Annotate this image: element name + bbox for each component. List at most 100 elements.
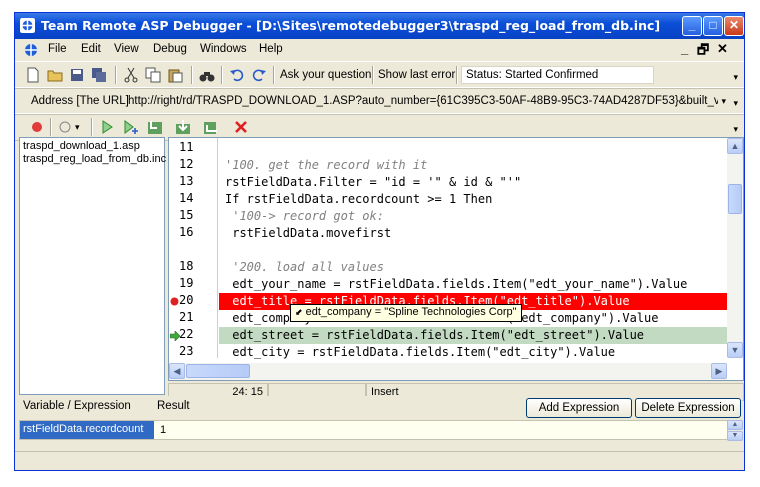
code-line-current[interactable]: edt_street = rstFieldData.fields.Item("e… — [219, 327, 729, 344]
toolbar-overflow-chevron-icon[interactable]: ▾ — [733, 72, 738, 83]
toolbar-separator — [115, 66, 117, 84]
code-line[interactable]: rstFieldData.movefirst — [219, 225, 729, 242]
line-number: 21 — [179, 310, 194, 324]
menu-help[interactable]: Help — [259, 43, 283, 55]
close-button[interactable]: ✕ — [724, 16, 744, 36]
address-input[interactable]: http://right/rd/TRASPD_DOWNLOAD_1.ASP?au… — [128, 95, 718, 107]
clear-breakpoint-icon[interactable] — [57, 119, 73, 135]
save-all-icon[interactable] — [91, 67, 107, 83]
breakpoint-dropdown-icon[interactable]: ▾ — [75, 122, 80, 133]
menu-edit[interactable]: Edit — [81, 43, 101, 55]
redo-icon[interactable] — [251, 67, 267, 83]
mdi-close-button[interactable]: ✕ — [717, 41, 728, 57]
save-icon[interactable] — [69, 67, 85, 83]
delete-expression-button[interactable]: Delete Expression — [635, 398, 741, 418]
step-out-icon[interactable] — [203, 119, 219, 135]
code-line-comment[interactable]: '100. get the record with it — [219, 157, 729, 174]
line-number: 16 — [179, 225, 194, 239]
line-number: 20 — [179, 293, 194, 307]
editor-horizontal-scrollbar[interactable]: ◀ ▶ — [169, 363, 727, 380]
watch-variable[interactable]: rstFieldData.recordcount — [20, 421, 154, 439]
paste-icon[interactable] — [167, 67, 183, 83]
stop-debug-icon[interactable] — [233, 119, 249, 135]
app-logo-icon — [20, 18, 35, 33]
breakpoint-marker-icon[interactable] — [170, 297, 179, 306]
file-item[interactable]: traspd_download_1.asp — [23, 140, 140, 152]
maximize-button[interactable]: □ — [703, 16, 723, 36]
line-number: 12 — [179, 157, 194, 171]
toolbar-separator — [50, 118, 52, 136]
document-window-icon[interactable] — [23, 42, 39, 58]
title-bar[interactable]: Team Remote ASP Debugger - [D:\Sites\rem… — [15, 13, 744, 39]
code-line[interactable] — [219, 140, 729, 157]
horizontal-scroll-thumb[interactable] — [186, 364, 250, 378]
address-toolbar-chevron-icon[interactable]: ▾ — [733, 98, 738, 109]
mdi-minimize-button[interactable]: _ — [681, 41, 688, 56]
vertical-scroll-thumb[interactable] — [728, 184, 742, 214]
code-line[interactable]: edt_city = rstFieldData.fields.Item("edt… — [219, 344, 729, 361]
toolbar-separator — [273, 66, 275, 84]
toolbar-separator — [221, 66, 223, 84]
scroll-left-button[interactable]: ◀ — [169, 363, 185, 379]
mdi-restore-button[interactable]: 🗗 — [697, 41, 709, 63]
line-number: 14 — [179, 191, 194, 205]
line-number: 23 — [179, 344, 194, 358]
menu-windows[interactable]: Windows — [200, 43, 247, 55]
tooltip-pointer-icon: ⬋ — [295, 307, 303, 317]
variable-column-header[interactable]: Variable / Expression — [23, 400, 131, 412]
code-line[interactable]: If rstFieldData.recordcount >= 1 Then — [219, 191, 729, 208]
menu-view[interactable]: View — [114, 43, 139, 55]
code-line-comment[interactable]: '100-> record got ok: — [219, 208, 729, 225]
watch-row[interactable]: rstFieldData.recordcount 1 — [19, 420, 728, 440]
address-dropdown-icon[interactable]: ▾ — [721, 96, 726, 107]
standard-toolbar: Ask your question Show last error Status… — [15, 61, 744, 89]
scroll-right-button[interactable]: ▶ — [711, 363, 727, 379]
step-over-icon[interactable] — [175, 119, 191, 135]
line-number: 13 — [179, 174, 194, 188]
file-item[interactable]: traspd_reg_load_from_db.inc — [23, 153, 166, 165]
app-window: Team Remote ASP Debugger - [D:\Sites\rem… — [14, 12, 745, 471]
code-editor[interactable]: 11 12 13 14 15 16 18 19 20 21 22 23 '100… — [168, 137, 744, 381]
breakpoint-icon[interactable] — [29, 119, 45, 135]
watch-scroll-down-button[interactable]: ▼ — [727, 431, 743, 441]
line-number: 15 — [179, 208, 194, 222]
run-icon[interactable] — [99, 119, 115, 135]
window-title: Team Remote ASP Debugger - [D:\Sites\rem… — [41, 18, 661, 33]
open-folder-icon[interactable] — [47, 67, 63, 83]
cut-icon[interactable] — [123, 67, 139, 83]
run-to-cursor-icon[interactable] — [123, 119, 139, 135]
variable-tooltip: ⬋ edt_company = "Spline Technologies Cor… — [290, 304, 522, 322]
undo-icon[interactable] — [229, 67, 245, 83]
watch-result: 1 — [160, 424, 167, 436]
line-gutter[interactable]: 11 12 13 14 15 16 18 19 20 21 22 23 — [169, 138, 218, 358]
address-toolbar: Address [The URL] http://right/rd/TRASPD… — [15, 87, 744, 115]
file-list: traspd_download_1.asp traspd_reg_load_fr… — [19, 137, 166, 395]
menu-bar: File Edit View Debug Windows Help _ 🗗 ✕ — [15, 39, 744, 61]
menu-file[interactable]: File — [48, 43, 67, 55]
watch-scroll-up-button[interactable]: ▲ — [727, 420, 743, 430]
menu-debug[interactable]: Debug — [153, 43, 187, 55]
result-column-header[interactable]: Result — [157, 400, 190, 412]
toolbar-separator — [91, 118, 93, 136]
add-expression-button[interactable]: Add Expression — [526, 398, 632, 418]
code-line[interactable]: rstFieldData.Filter = "id = '" & id & "'… — [219, 174, 729, 191]
debug-toolbar-chevron-icon[interactable]: ▾ — [733, 124, 738, 135]
minimize-button[interactable]: _ — [682, 16, 702, 36]
copy-icon[interactable] — [145, 67, 161, 83]
new-file-icon[interactable] — [25, 67, 41, 83]
address-label: Address [The URL] — [31, 95, 129, 107]
scroll-down-button[interactable]: ▼ — [727, 342, 743, 358]
line-number: 22 — [179, 327, 194, 341]
line-number: 11 — [179, 140, 194, 154]
code-line-comment[interactable]: '200. load all values — [219, 259, 729, 276]
window-status-bar — [15, 451, 744, 470]
code-line[interactable]: edt_your_name = rstFieldData.fields.Item… — [219, 276, 729, 293]
find-binoculars-icon[interactable] — [199, 67, 215, 83]
ask-question-button[interactable]: Ask your question — [280, 69, 371, 81]
scroll-up-button[interactable]: ▲ — [727, 138, 743, 154]
line-number: 19 — [179, 276, 194, 290]
show-last-error-button[interactable]: Show last error — [378, 69, 455, 81]
current-line-arrow-icon — [170, 331, 180, 341]
editor-vertical-scrollbar[interactable]: ▲ ▼ — [727, 138, 743, 358]
step-into-icon[interactable] — [147, 119, 163, 135]
